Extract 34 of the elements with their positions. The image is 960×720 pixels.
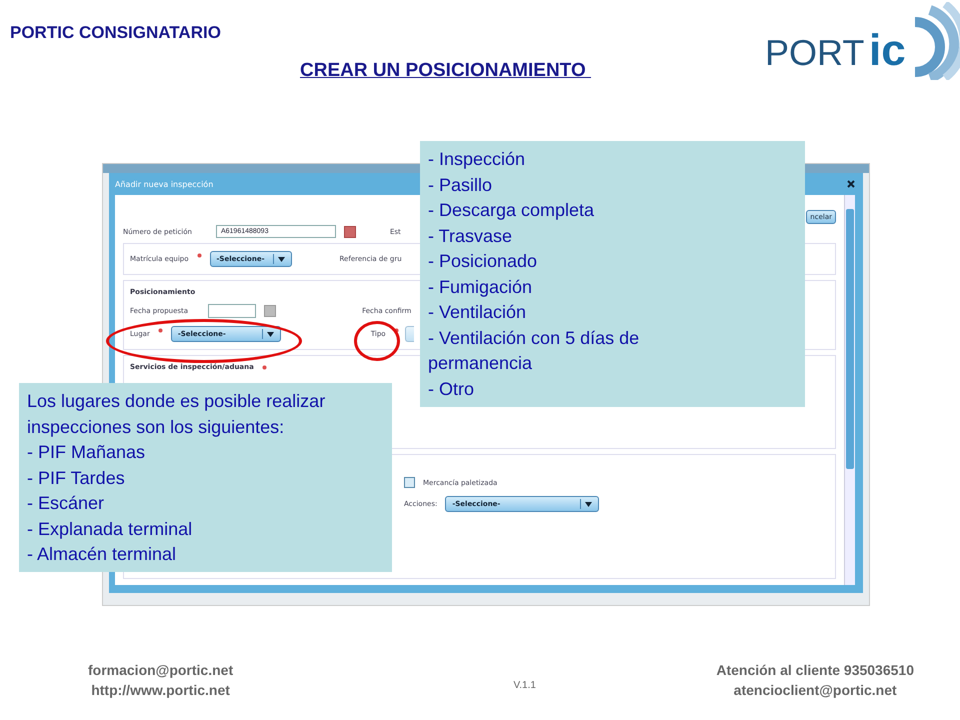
checkbox[interactable] bbox=[404, 477, 415, 488]
callout-line: - PIF Mañanas bbox=[27, 441, 146, 464]
callout-line: - Inspección bbox=[428, 148, 526, 171]
slide-title: CREAR UN POSICIONAMIENTO bbox=[300, 60, 587, 82]
callout-line: - Descarga completa bbox=[428, 199, 594, 222]
callout-line: - Escáner bbox=[27, 492, 104, 515]
callout-line: - Almacén terminal bbox=[27, 543, 176, 566]
callout-line: - Fumigación bbox=[428, 276, 532, 299]
callout-line: - Explanada terminal bbox=[27, 518, 192, 541]
calendar-icon[interactable] bbox=[264, 305, 276, 317]
calendar-icon[interactable] bbox=[344, 226, 356, 238]
callout-line: - Otro bbox=[428, 378, 474, 400]
callout-line: - Pasillo bbox=[428, 174, 492, 196]
callout-line: - Trasvase bbox=[428, 224, 512, 248]
date-field[interactable] bbox=[208, 304, 256, 318]
scrollbar[interactable] bbox=[844, 195, 855, 585]
select-dropdown[interactable] bbox=[404, 326, 414, 342]
caret-icon bbox=[585, 502, 592, 506]
contact-text: formacion@portic.net bbox=[88, 661, 234, 680]
callout-line: - Posicionado bbox=[428, 250, 538, 273]
version-label: V.1.1 bbox=[514, 679, 536, 693]
callout-line: - Ventilación con 5 días de permanencia bbox=[428, 326, 640, 375]
callout-line: - Ventilación bbox=[428, 301, 526, 324]
brand-title: PORTIC CONSIGNATARIO bbox=[10, 23, 221, 43]
callout-line: Los lugares donde es posible realizar inspecciones son los siguientes: bbox=[27, 390, 326, 439]
caret-icon bbox=[278, 256, 284, 262]
portic-logo: PORT ic bbox=[765, 2, 960, 80]
close-icon[interactable] bbox=[847, 180, 855, 188]
caret-icon bbox=[266, 332, 274, 336]
dialog-title: Añadir nueva inspección bbox=[115, 180, 214, 188]
contact-text: atencioclient@portic.net bbox=[732, 681, 898, 700]
contact-text: Atención al cliente 935036510 bbox=[716, 661, 914, 680]
callout-line: - PIF Tardes bbox=[27, 466, 125, 490]
contact-text: http://www.portic.net bbox=[90, 681, 231, 700]
